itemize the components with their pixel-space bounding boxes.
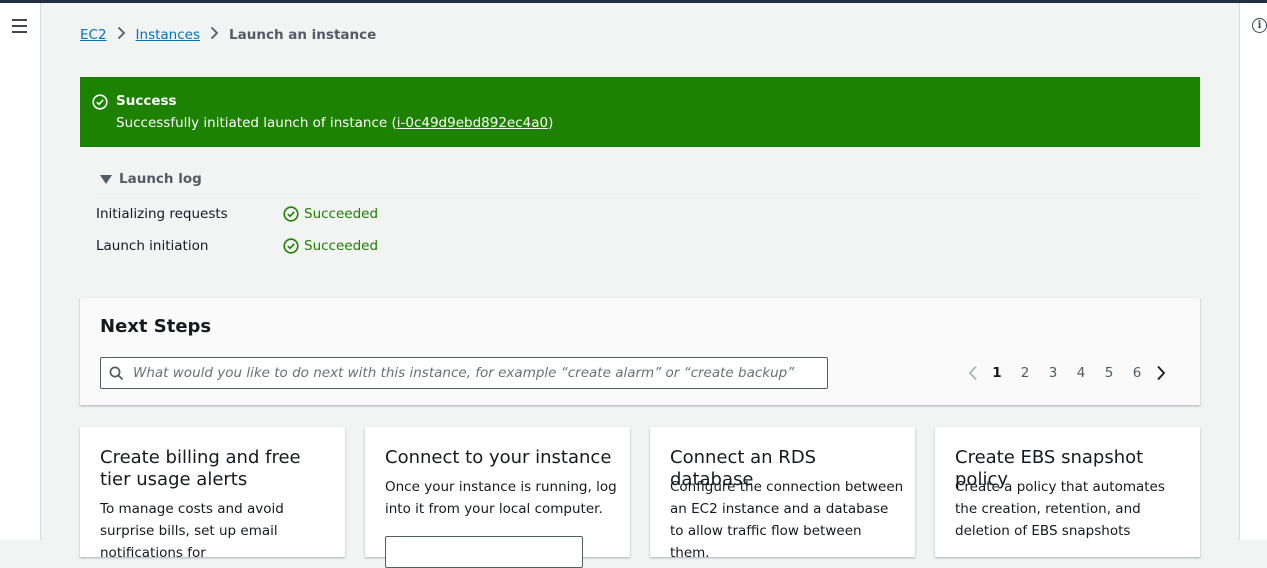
check-circle-icon: [283, 238, 299, 254]
launch-log-row: Launch initiation Succeeded: [96, 236, 378, 256]
card-connect-instance: Connect to your instance Once your insta…: [365, 427, 630, 568]
next-page-icon[interactable]: [1151, 365, 1171, 381]
breadcrumb-link-ec2[interactable]: EC2: [80, 27, 107, 43]
page-6[interactable]: 6: [1123, 365, 1151, 381]
next-steps-title: Next Steps: [100, 316, 212, 337]
next-steps-panel: Next Steps 1 2 3 4 5 6: [80, 298, 1200, 405]
breadcrumb-current: Launch an instance: [229, 27, 377, 43]
info-icon[interactable]: i: [1252, 18, 1267, 33]
launch-log-row: Initializing requests Succeeded: [96, 204, 378, 224]
flash-message-suffix: ): [548, 115, 554, 131]
success-flash-banner: Success Successfully initiated launch of…: [80, 77, 1200, 147]
chevron-right-icon: [117, 26, 126, 44]
divider: [96, 194, 1200, 195]
card-billing-alerts: Create billing and free tier usage alert…: [80, 427, 345, 561]
card-title: Create billing and free tier usage alert…: [100, 447, 301, 490]
page-1[interactable]: 1: [983, 365, 1011, 381]
card-body: To manage costs and avoid surprise bills…: [100, 501, 284, 561]
chevron-right-icon: [210, 26, 219, 44]
right-help-rail: i: [1239, 3, 1267, 540]
hamburger-menu-icon[interactable]: [12, 19, 28, 33]
card-body: Once your instance is running, log into …: [385, 479, 617, 517]
page-2[interactable]: 2: [1011, 365, 1039, 381]
search-input[interactable]: [133, 358, 813, 388]
card-ebs-snapshot: Create EBS snapshot policy Create a poli…: [935, 427, 1200, 557]
card-connect-rds: Connect an RDS database Configure the co…: [650, 427, 915, 561]
check-circle-icon: [92, 94, 108, 114]
pagination: 1 2 3 4 5 6: [963, 361, 1171, 385]
flash-title: Success: [116, 93, 177, 109]
previous-page-icon[interactable]: [963, 365, 983, 381]
page-5[interactable]: 5: [1095, 365, 1123, 381]
log-row-label: Launch initiation: [96, 238, 209, 254]
check-circle-icon: [283, 206, 299, 222]
log-row-label: Initializing requests: [96, 206, 228, 222]
page-4[interactable]: 4: [1067, 365, 1095, 381]
card-body: Create a policy that automates the creat…: [955, 479, 1165, 539]
status-indicator: Succeeded: [283, 238, 378, 254]
flash-message-prefix: Successfully initiated launch of instanc…: [116, 115, 397, 131]
launch-log-heading: Launch log: [119, 171, 202, 187]
connect-instance-button[interactable]: [385, 536, 583, 568]
next-steps-search[interactable]: [100, 357, 828, 389]
card-title: Connect to your instance: [385, 447, 612, 468]
caret-down-icon: [100, 174, 112, 184]
top-bar: [0, 0, 1267, 3]
card-body: Configure the connection between an EC2 …: [670, 479, 904, 561]
flash-message: Successfully initiated launch of instanc…: [116, 115, 553, 131]
breadcrumb: EC2 Instances Launch an instance: [80, 25, 376, 45]
launch-log-toggle[interactable]: Launch log: [100, 171, 202, 187]
page-3[interactable]: 3: [1039, 365, 1067, 381]
breadcrumb-link-instances[interactable]: Instances: [136, 27, 200, 43]
status-text: Succeeded: [304, 206, 379, 222]
instance-id-link[interactable]: i-0c49d9ebd892ec4a0: [397, 115, 548, 131]
left-navigation-rail: [0, 3, 41, 540]
search-icon: [109, 366, 124, 385]
status-indicator: Succeeded: [283, 206, 378, 222]
status-text: Succeeded: [304, 238, 379, 254]
